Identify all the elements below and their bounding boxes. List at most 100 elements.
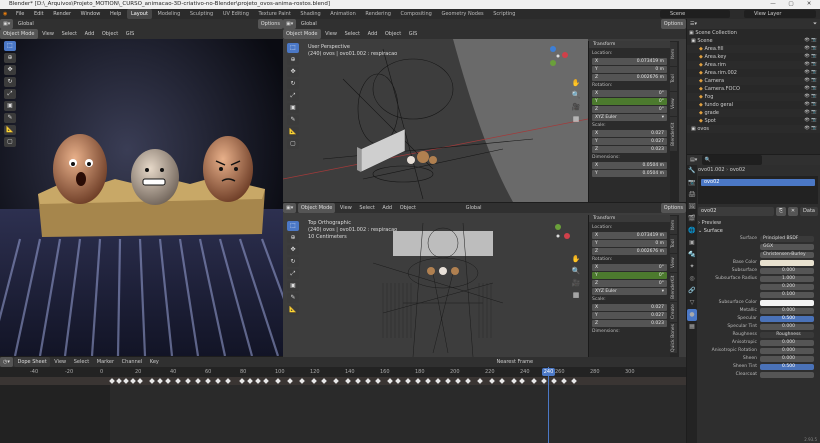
keyframe-marker[interactable] — [365, 378, 371, 384]
data-tab-icon[interactable]: ▽ — [687, 297, 697, 309]
workspace-tab-texture-paint[interactable]: Texture Paint — [255, 9, 295, 19]
editor-type-button[interactable]: ▣▾ — [0, 19, 14, 29]
annotate-tool-icon[interactable]: ✎ — [287, 115, 299, 125]
mode-dropdown[interactable]: Object Mode — [0, 29, 38, 39]
keyframe-marker[interactable] — [175, 378, 181, 384]
shader-property-value[interactable]: 0.000 — [760, 308, 814, 314]
close-button[interactable]: ✕ — [802, 0, 816, 9]
select-menu[interactable]: Select — [342, 29, 363, 39]
rotation-y-field[interactable]: Y 0° — [592, 272, 667, 279]
rotation-x-field[interactable]: X 0° — [592, 90, 667, 97]
snap-dropdown[interactable]: Nearest Frame — [493, 357, 536, 367]
rotate-tool-icon[interactable]: ↻ — [287, 257, 299, 267]
cursor-tool-icon[interactable]: ⊕ — [287, 233, 299, 243]
render-tab-icon[interactable]: 📷 — [687, 177, 697, 189]
keyframe-marker[interactable] — [477, 378, 483, 384]
select-box-tool-icon[interactable]: ⬚ — [287, 43, 299, 53]
keyframe-marker[interactable] — [333, 378, 339, 384]
menu-help[interactable]: Help — [106, 9, 125, 19]
output-tab-icon[interactable]: 🖨 — [687, 189, 697, 201]
keyframe-marker[interactable] — [519, 378, 525, 384]
annotate-tool-icon[interactable]: ✎ — [287, 293, 299, 303]
current-frame-indicator[interactable]: 240 — [542, 368, 555, 376]
material-name-field[interactable]: ovo02 — [698, 207, 774, 216]
keyframe-marker[interactable] — [345, 378, 351, 384]
keyframe-marker[interactable] — [165, 378, 171, 384]
keyframe-marker[interactable] — [157, 378, 163, 384]
keyframe-marker[interactable] — [299, 378, 305, 384]
editor-type-button[interactable]: ▣▾ — [283, 19, 297, 29]
scale-x-field[interactable]: X 0.027 — [592, 304, 667, 311]
tab-tool[interactable]: Tool — [670, 235, 677, 253]
scene-tab-icon[interactable]: 🎬 — [687, 213, 697, 225]
keyframe-marker[interactable] — [489, 378, 495, 384]
location-y-field[interactable]: Y0 m — [592, 240, 667, 247]
location-y-field[interactable]: Y0 m — [592, 66, 667, 73]
gis-menu[interactable]: GIS — [123, 29, 138, 39]
add-cube-tool-icon[interactable]: ▢ — [287, 139, 299, 149]
shader-property-value[interactable] — [760, 260, 814, 266]
measure-tool-icon[interactable]: 📐 — [4, 125, 16, 135]
visibility-eye-icon[interactable]: 👁 📷 — [804, 53, 820, 61]
scene-collection-row[interactable]: ▣ Scene Collection — [687, 29, 820, 37]
transform-tool-icon[interactable]: ▣ — [287, 281, 299, 291]
shader-property-value[interactable]: 0.000 — [760, 340, 814, 346]
workspace-tab-modeling[interactable]: Modeling — [154, 9, 185, 19]
scale-y-field[interactable]: Y 0.027 — [592, 312, 667, 319]
select-menu[interactable]: Select — [356, 203, 377, 213]
keyframe-marker[interactable] — [109, 378, 115, 384]
visibility-eye-icon[interactable]: 👁 📷 — [804, 69, 820, 77]
select-menu[interactable]: Select — [71, 357, 92, 367]
orientation-dropdown[interactable]: Global — [15, 19, 37, 29]
options-dropdown[interactable]: Options — [257, 19, 283, 29]
scale-z-field[interactable]: Z 0.023 — [592, 146, 667, 153]
keyframe-marker[interactable] — [415, 378, 421, 384]
playhead-line[interactable] — [548, 367, 549, 443]
hand-pan-icon[interactable]: ✋ — [570, 77, 582, 89]
shader-property-value[interactable]: 0.200 — [760, 284, 814, 290]
texture-tab-icon[interactable]: ▦ — [687, 321, 697, 333]
keyframe-marker[interactable] — [137, 378, 143, 384]
scale-x-field[interactable]: X 0.027 — [592, 130, 667, 137]
annotate-tool-icon[interactable]: ✎ — [4, 113, 16, 123]
keyframe-marker[interactable] — [561, 378, 567, 384]
outliner-item[interactable]: ◆ fundo geral 👁 📷 — [687, 101, 820, 109]
mode-dropdown[interactable]: Object Mode — [283, 29, 321, 39]
keyframe-marker[interactable] — [455, 378, 461, 384]
dimension-x-field[interactable]: X 0.0504 m — [592, 162, 667, 169]
visibility-eye-icon[interactable]: 👁 📷 — [804, 37, 820, 45]
keyframe-marker[interactable] — [551, 378, 557, 384]
cursor-tool-icon[interactable]: ⊕ — [287, 55, 299, 65]
view-menu[interactable]: View — [322, 29, 340, 39]
transform-section-header[interactable]: Transform — [589, 41, 670, 48]
keyframe-marker[interactable] — [195, 378, 201, 384]
keyframe-marker[interactable] — [263, 378, 269, 384]
keyframe-marker[interactable] — [355, 378, 361, 384]
shader-property-value[interactable] — [760, 300, 814, 306]
outliner-item[interactable]: ◆ grade 👁 📷 — [687, 109, 820, 117]
keyframe-marker[interactable] — [571, 378, 577, 384]
scale-tool-icon[interactable]: ⤢ — [287, 91, 299, 101]
visibility-eye-icon[interactable]: 👁 📷 — [804, 45, 820, 53]
visibility-eye-icon[interactable]: 👁 📷 — [804, 85, 820, 93]
viewport-perspective[interactable]: ▣▾ Global Options Object Mode View Selec… — [283, 19, 686, 202]
view-layer-tab-icon[interactable]: 🖼 — [687, 201, 697, 213]
tab-item[interactable]: Item — [670, 216, 677, 234]
outliner-item[interactable]: ◆ Camera.FOCO 👁 📷 — [687, 85, 820, 93]
scale-y-field[interactable]: Y 0.027 — [592, 138, 667, 145]
editor-type-button[interactable]: ◷▾ — [0, 357, 13, 367]
menu-render[interactable]: Render — [49, 9, 75, 19]
select-box-tool-icon[interactable]: ⬚ — [287, 221, 299, 231]
workspace-tab-layout[interactable]: Layout — [126, 9, 152, 19]
keyframe-marker[interactable] — [541, 378, 547, 384]
workspace-tab-shading[interactable]: Shading — [296, 9, 324, 19]
keyframe-marker[interactable] — [395, 378, 401, 384]
camera-render-viewport[interactable]: ⬚ ⊕ ✥ ↻ ⤢ ▣ ✎ 📐 ▢ — [0, 39, 283, 356]
material-copy-icon[interactable]: ⎘ — [775, 207, 786, 216]
menu-window[interactable]: Window — [77, 9, 105, 19]
marker-menu[interactable]: Marker — [94, 357, 117, 367]
outliner-item[interactable]: ◆ Area.key 👁 📷 — [687, 53, 820, 61]
add-menu[interactable]: Add — [82, 29, 98, 39]
visibility-eye-icon[interactable]: 👁 📷 — [804, 101, 820, 109]
rotation-mode-dropdown[interactable]: XYZ Euler ▾ — [592, 288, 667, 295]
